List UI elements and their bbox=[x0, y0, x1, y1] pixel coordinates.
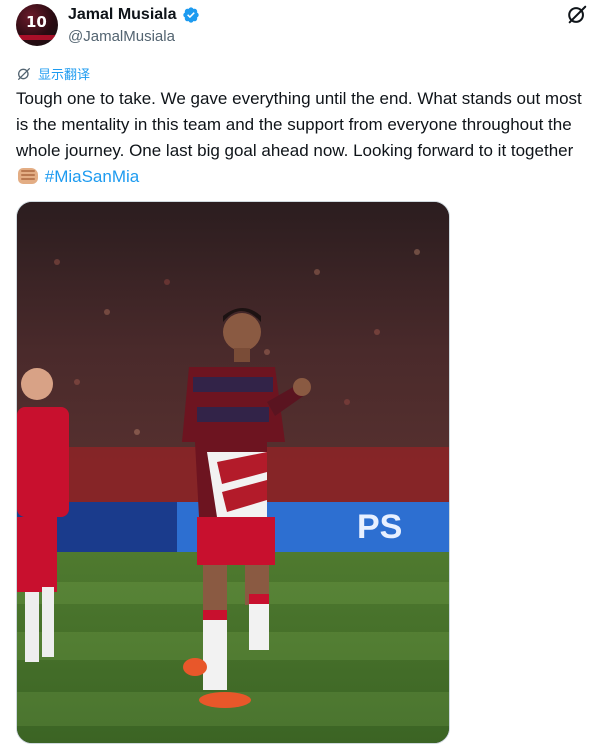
tweet-text: Tough one to take. We gave everything un… bbox=[16, 86, 586, 190]
grok-icon[interactable] bbox=[566, 4, 588, 26]
avatar[interactable]: 10 bbox=[16, 4, 58, 46]
hashtag-link[interactable]: #MiaSanMia bbox=[45, 167, 140, 186]
ad-board-text: PS bbox=[357, 508, 402, 546]
author-name-row: Jamal Musiala bbox=[68, 6, 200, 24]
author-handle[interactable]: @JamalMusiala bbox=[68, 28, 175, 45]
tweet-body: Tough one to take. We gave everything un… bbox=[16, 89, 582, 160]
photo-scene: PS bbox=[17, 202, 449, 743]
translate-icon bbox=[18, 67, 30, 80]
verified-badge-icon[interactable] bbox=[182, 6, 200, 24]
fist-emoji bbox=[18, 168, 38, 184]
translate-link[interactable]: 显示翻译 bbox=[16, 64, 90, 83]
translate-label: 显示翻译 bbox=[38, 67, 91, 82]
tweet: 10 Jamal Musiala @JamalMusiala 显示翻译 Toug… bbox=[0, 0, 600, 748]
avatar-stripe bbox=[16, 35, 58, 40]
author-display-name[interactable]: Jamal Musiala bbox=[68, 6, 177, 24]
avatar-jersey-number: 10 bbox=[26, 13, 47, 31]
tweet-photo[interactable]: PS bbox=[16, 201, 450, 744]
